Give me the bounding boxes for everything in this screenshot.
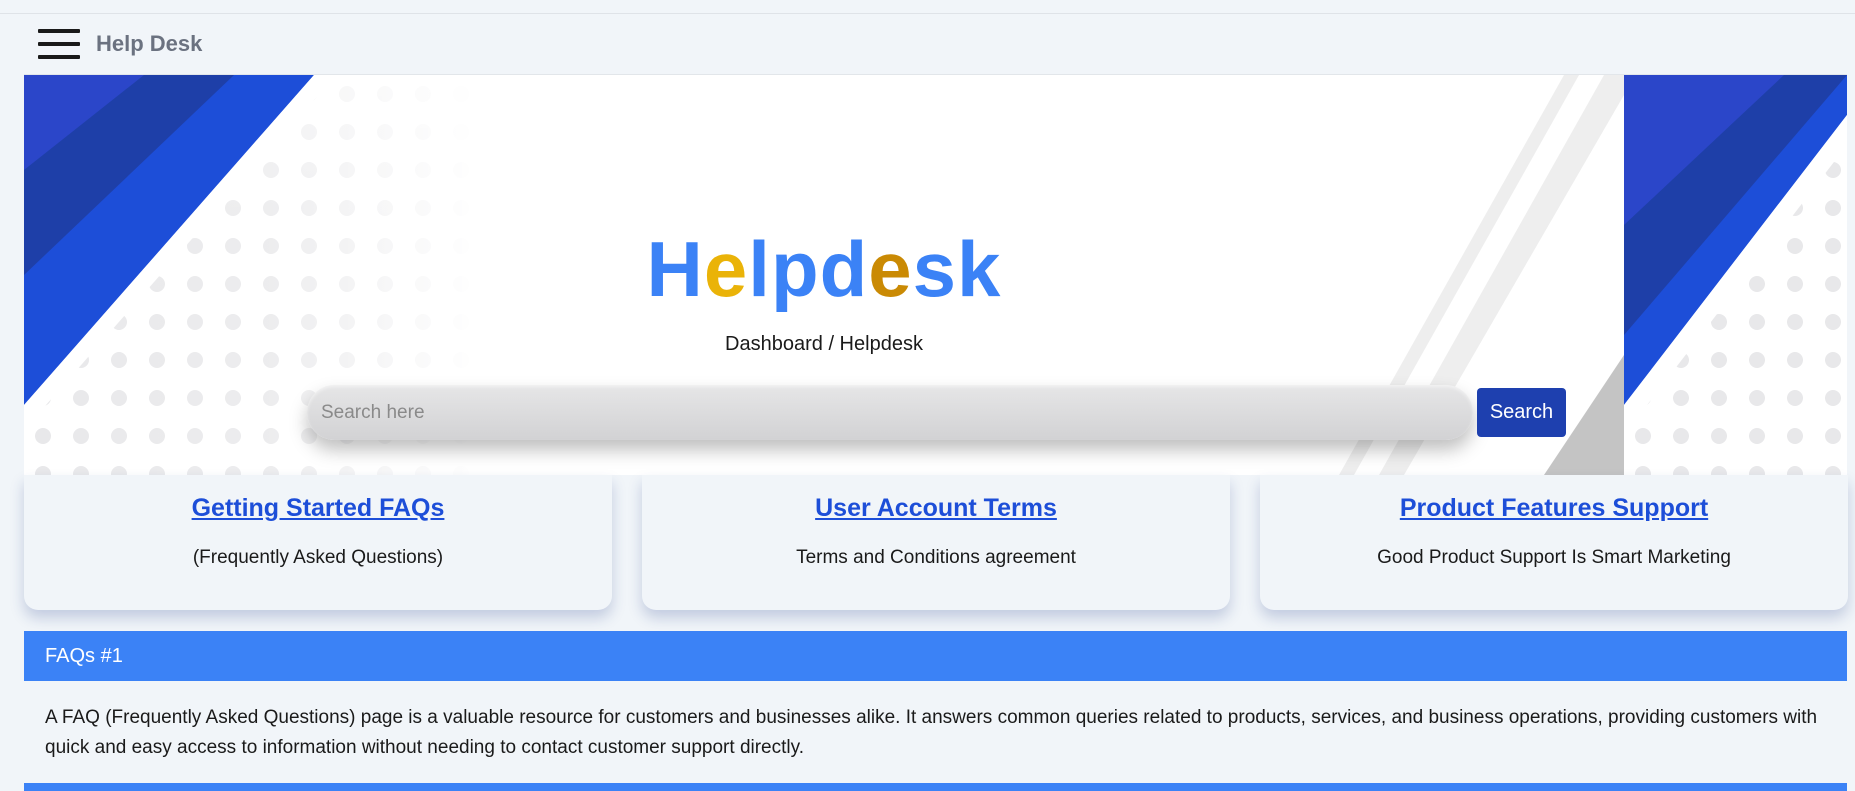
card-product-support: Product Features Support Good Product Su… [1260, 475, 1848, 610]
right-decorative-panel [1624, 75, 1847, 475]
hero-title-letter: e [703, 225, 749, 313]
app-title: Help Desk [96, 31, 203, 56]
hero-title-letter: k [957, 225, 1002, 313]
card-subtitle: Good Product Support Is Smart Marketing [1377, 547, 1731, 568]
card-title-link[interactable]: User Account Terms [642, 494, 1230, 523]
hero-title: Helpdesk [24, 230, 1624, 308]
card-getting-started: Getting Started FAQs (Frequently Asked Q… [24, 475, 612, 610]
hero-title-letter: H [646, 225, 704, 313]
faq-accordion-header[interactable]: FAQs #1 [24, 631, 1847, 681]
search-input[interactable] [307, 385, 1473, 440]
hamburger-menu-icon[interactable] [38, 29, 80, 59]
card-subtitle: Terms and Conditions agreement [796, 547, 1076, 568]
breadcrumb: Dashboard / Helpdesk [725, 333, 923, 355]
info-cards: Getting Started FAQs (Frequently Asked Q… [24, 475, 1848, 610]
card-user-account: User Account Terms Terms and Conditions … [642, 475, 1230, 610]
hero-title-letter: p [770, 225, 820, 313]
search-button[interactable]: Search [1477, 388, 1566, 437]
hero-title-letter: l [748, 225, 771, 313]
browser-top-strip [0, 0, 1855, 14]
card-subtitle: (Frequently Asked Questions) [192, 547, 444, 568]
hero-title-letter: e [868, 225, 913, 313]
hero-title-letter: s [912, 225, 958, 313]
card-title-link[interactable]: Product Features Support [1260, 494, 1848, 523]
app-header: Help Desk [24, 14, 1847, 75]
next-faq-accordion-header[interactable] [24, 783, 1847, 791]
faq-accordion-body: A FAQ (Frequently Asked Questions) page … [24, 681, 1847, 783]
hero-title-letter: d [819, 225, 869, 313]
card-title-link[interactable]: Getting Started FAQs [24, 494, 612, 523]
